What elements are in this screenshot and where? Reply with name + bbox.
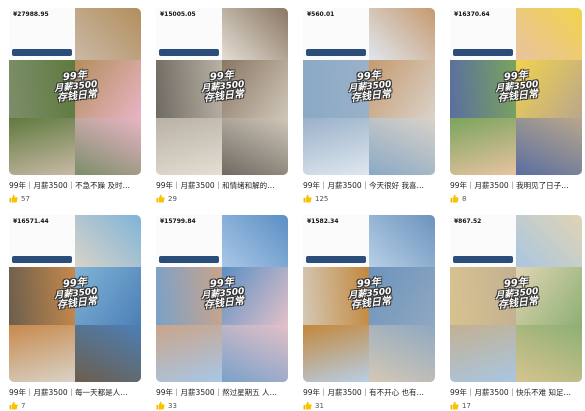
balance-screenshot: ¥867.52 xyxy=(450,215,516,267)
balance-bar xyxy=(159,49,219,56)
balance-screenshot: ¥16571.44 xyxy=(9,215,75,267)
cover-photo xyxy=(516,8,582,60)
note-title[interactable]: 99年｜月薪3500｜熬过星期五 人… xyxy=(156,387,288,398)
cover-photo xyxy=(303,118,369,175)
thumbs-up-icon[interactable] xyxy=(303,401,312,410)
balance-amount: ¥15799.84 xyxy=(160,218,196,225)
like-row[interactable]: 31 xyxy=(303,400,435,411)
note-title[interactable]: 99年｜月薪3500｜每一天都是人… xyxy=(9,387,141,398)
note-title[interactable]: 99年｜月薪3500｜不急不躁 及时… xyxy=(9,180,141,191)
cover-photo xyxy=(516,118,582,175)
balance-amount: ¥867.52 xyxy=(454,218,482,225)
like-row[interactable]: 8 xyxy=(450,193,582,204)
like-count: 17 xyxy=(462,401,471,410)
thumbs-up-icon[interactable] xyxy=(9,401,18,410)
balance-screenshot: ¥15005.05 xyxy=(156,8,222,60)
thumbs-up-icon[interactable] xyxy=(9,194,18,203)
cover-photo xyxy=(369,215,435,267)
thumbs-up-icon[interactable] xyxy=(303,194,312,203)
like-count: 7 xyxy=(21,401,26,410)
note-cover-image[interactable]: ¥16370.64 99年 月薪3500 存钱日常 xyxy=(450,8,582,175)
balance-amount: ¥16370.64 xyxy=(454,11,490,18)
like-row[interactable]: 7 xyxy=(9,400,141,411)
note-title[interactable]: 99年｜月薪3500｜今天很好 我喜… xyxy=(303,180,435,191)
thumbs-up-icon[interactable] xyxy=(450,194,459,203)
thumbs-up-icon[interactable] xyxy=(450,401,459,410)
like-row[interactable]: 29 xyxy=(156,193,288,204)
cover-photo xyxy=(303,325,369,382)
note-title[interactable]: 99年｜月薪3500｜和情绪和解的… xyxy=(156,180,288,191)
note-cover-image[interactable]: ¥15005.05 99年 月薪3500 存钱日常 xyxy=(156,8,288,175)
note-title[interactable]: 99年｜月薪3500｜我明见了日子… xyxy=(450,180,582,191)
thumbs-up-icon[interactable] xyxy=(156,194,165,203)
cover-photo xyxy=(450,118,516,175)
note-cover-image[interactable]: ¥15799.84 99年 月薪3500 存钱日常 xyxy=(156,215,288,382)
like-count: 57 xyxy=(21,194,30,203)
cover-photo xyxy=(9,325,75,382)
note-card[interactable]: ¥15799.84 99年 月薪3500 存钱日常 99年｜月薪3500｜熬过星… xyxy=(156,215,288,411)
balance-bar xyxy=(453,49,513,56)
balance-amount: ¥16571.44 xyxy=(13,218,49,225)
like-row[interactable]: 33 xyxy=(156,400,288,411)
thumbs-up-icon[interactable] xyxy=(156,401,165,410)
balance-amount: ¥560.01 xyxy=(307,11,335,18)
like-count: 125 xyxy=(315,194,329,203)
note-cover-image[interactable]: ¥16571.44 99年 月薪3500 存钱日常 xyxy=(9,215,141,382)
cover-photo xyxy=(156,118,222,175)
note-cover-image[interactable]: ¥27988.95 99年 月薪3500 存钱日常 xyxy=(9,8,141,175)
cover-photo xyxy=(369,8,435,60)
note-grid: ¥27988.95 99年 月薪3500 存钱日常 99年｜月薪3500｜不急不… xyxy=(9,8,582,411)
cover-photo xyxy=(450,325,516,382)
cover-photo xyxy=(75,8,141,60)
note-card[interactable]: ¥16571.44 99年 月薪3500 存钱日常 99年｜月薪3500｜每一天… xyxy=(9,215,141,411)
balance-bar xyxy=(12,256,72,263)
like-count: 8 xyxy=(462,194,467,203)
cover-photo xyxy=(222,8,288,60)
balance-amount: ¥1582.34 xyxy=(307,218,339,225)
note-card[interactable]: ¥15005.05 99年 月薪3500 存钱日常 99年｜月薪3500｜和情绪… xyxy=(156,8,288,210)
like-count: 29 xyxy=(168,194,177,203)
balance-screenshot: ¥1582.34 xyxy=(303,215,369,267)
like-count: 33 xyxy=(168,401,177,410)
balance-amount: ¥27988.95 xyxy=(13,11,49,18)
note-cover-image[interactable]: ¥1582.34 99年 月薪3500 存钱日常 xyxy=(303,215,435,382)
balance-bar xyxy=(453,256,513,263)
like-count: 31 xyxy=(315,401,324,410)
like-row[interactable]: 125 xyxy=(303,193,435,204)
balance-screenshot: ¥16370.64 xyxy=(450,8,516,60)
cover-photo xyxy=(516,325,582,382)
balance-screenshot: ¥560.01 xyxy=(303,8,369,60)
note-title[interactable]: 99年｜月薪3500｜快乐不难 知足… xyxy=(450,387,582,398)
cover-photo xyxy=(75,118,141,175)
note-card[interactable]: ¥1582.34 99年 月薪3500 存钱日常 99年｜月薪3500｜有不开心… xyxy=(303,215,435,411)
balance-bar xyxy=(159,256,219,263)
note-cover-image[interactable]: ¥867.52 99年 月薪3500 存钱日常 xyxy=(450,215,582,382)
cover-photo xyxy=(369,118,435,175)
cover-photo xyxy=(9,118,75,175)
note-card[interactable]: ¥867.52 99年 月薪3500 存钱日常 99年｜月薪3500｜快乐不难 … xyxy=(450,215,582,411)
note-card[interactable]: ¥560.01 99年 月薪3500 存钱日常 99年｜月薪3500｜今天很好 … xyxy=(303,8,435,210)
cover-photo xyxy=(222,325,288,382)
cover-photo xyxy=(222,215,288,267)
cover-photo xyxy=(222,118,288,175)
balance-screenshot: ¥27988.95 xyxy=(9,8,75,60)
like-row[interactable]: 17 xyxy=(450,400,582,411)
note-cover-image[interactable]: ¥560.01 99年 月薪3500 存钱日常 xyxy=(303,8,435,175)
balance-amount: ¥15005.05 xyxy=(160,11,196,18)
balance-bar xyxy=(12,49,72,56)
balance-bar xyxy=(306,49,366,56)
cover-photo xyxy=(156,325,222,382)
note-card[interactable]: ¥16370.64 99年 月薪3500 存钱日常 99年｜月薪3500｜我明见… xyxy=(450,8,582,210)
cover-photo xyxy=(75,325,141,382)
balance-bar xyxy=(306,256,366,263)
note-title[interactable]: 99年｜月薪3500｜有不开心 也有… xyxy=(303,387,435,398)
like-row[interactable]: 57 xyxy=(9,193,141,204)
cover-photo xyxy=(516,215,582,267)
cover-photo xyxy=(369,325,435,382)
cover-photo xyxy=(75,215,141,267)
note-card[interactable]: ¥27988.95 99年 月薪3500 存钱日常 99年｜月薪3500｜不急不… xyxy=(9,8,141,210)
balance-screenshot: ¥15799.84 xyxy=(156,215,222,267)
